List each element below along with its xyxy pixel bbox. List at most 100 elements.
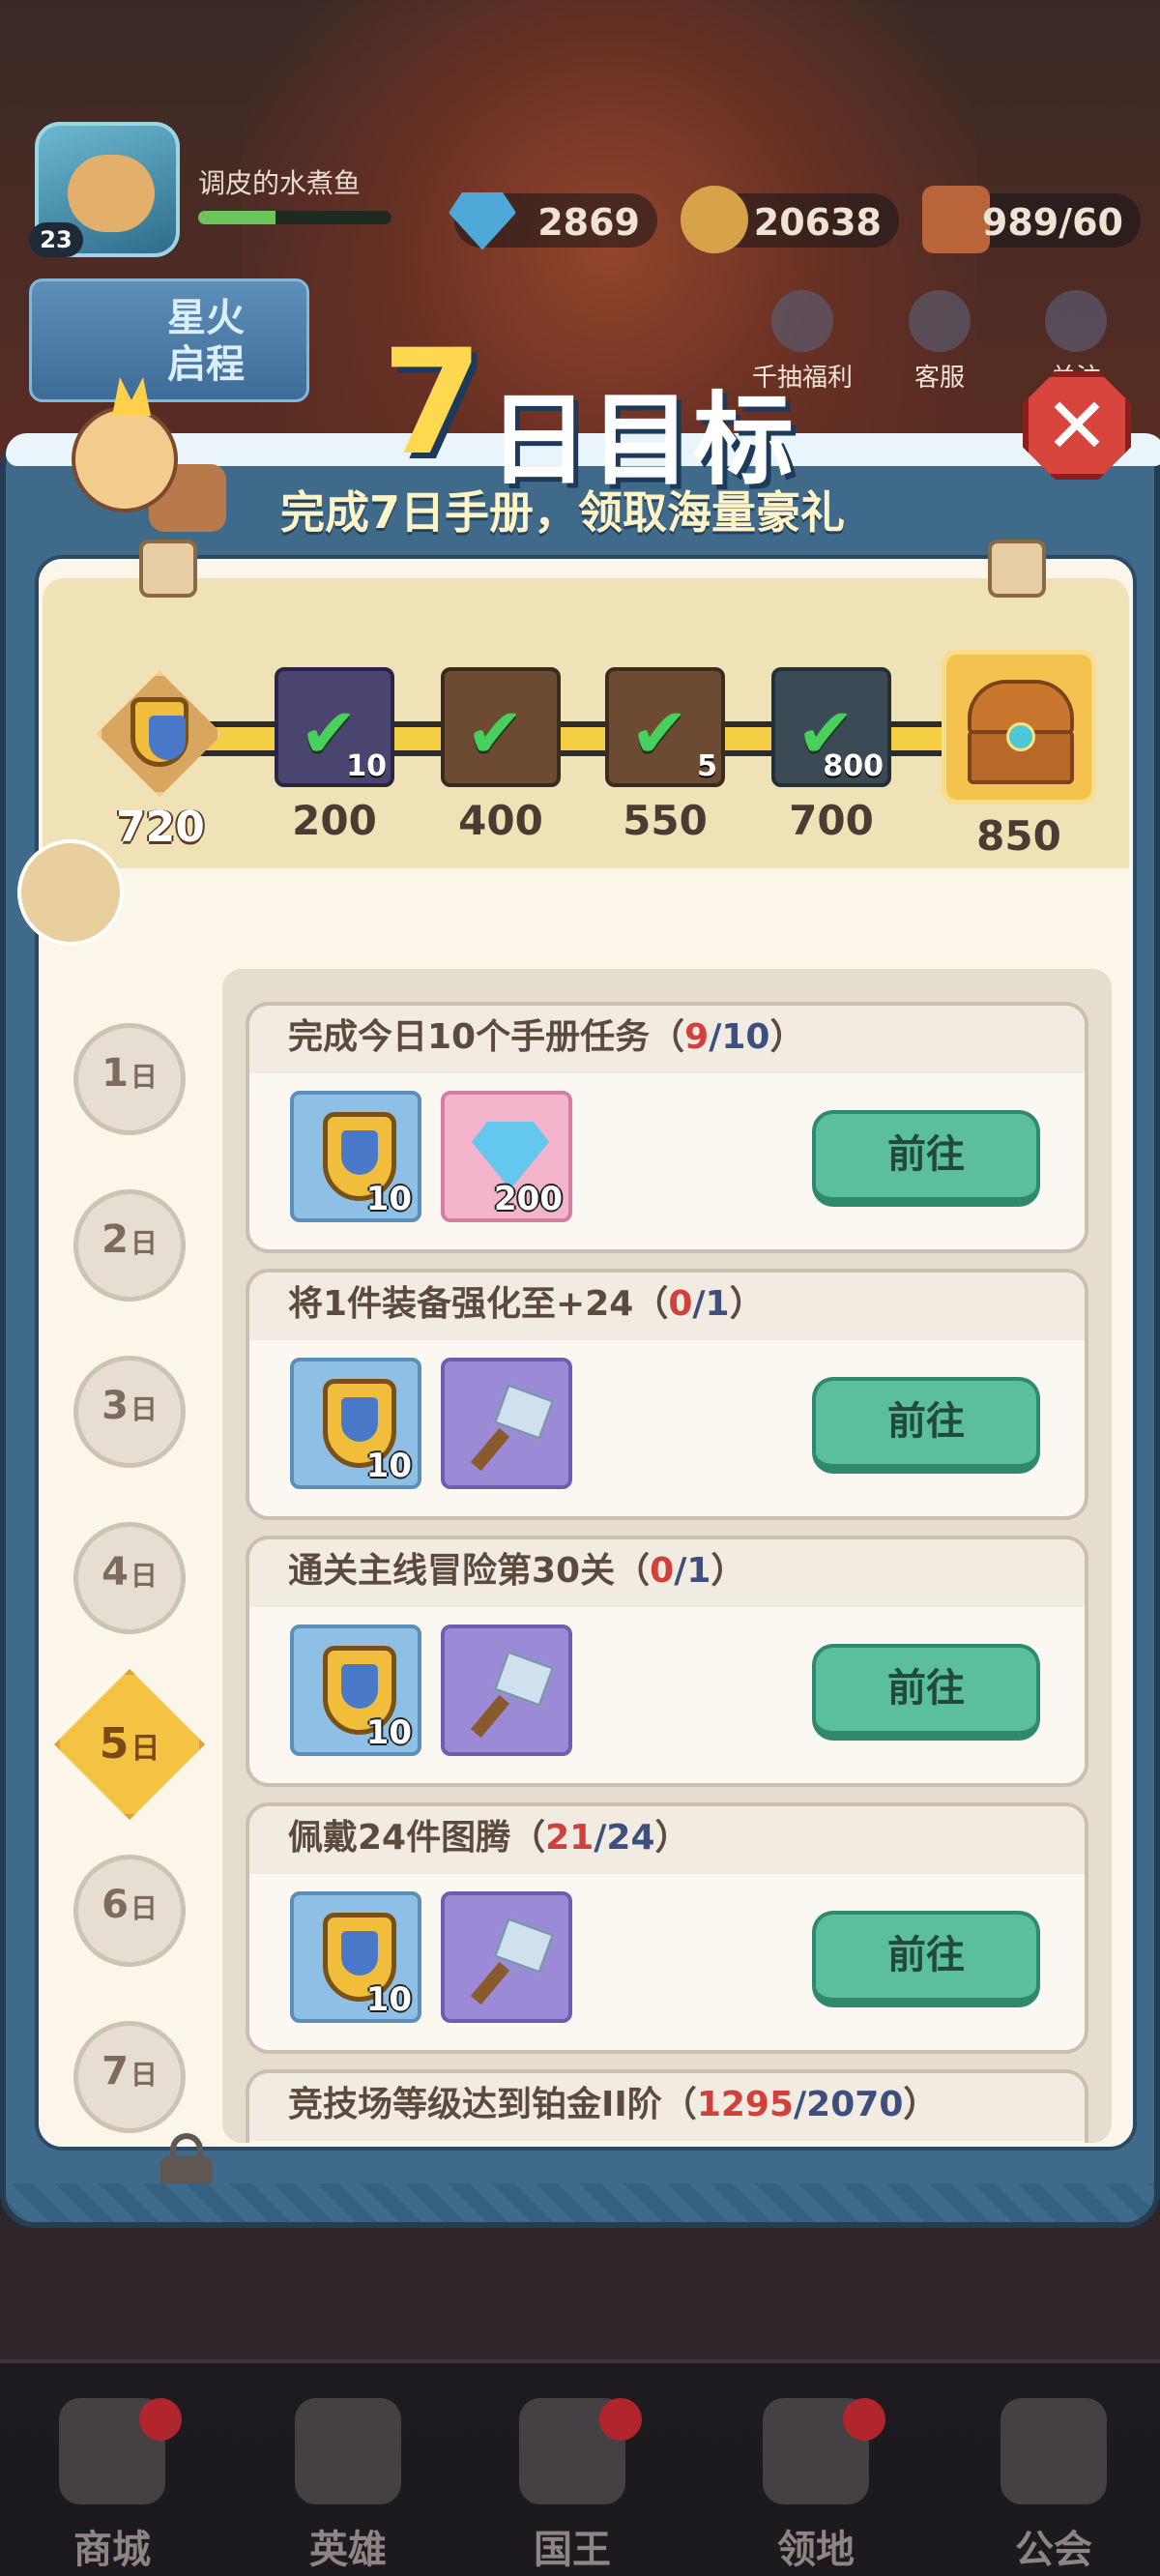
manual-book-icon: ✔ 10 — [275, 667, 394, 787]
task-card: 完成今日10个手册任务（9/10） 10 200 前往 — [246, 1002, 1088, 1253]
lock-icon — [160, 2133, 213, 2189]
go-button[interactable]: 前往 — [812, 1110, 1040, 1207]
headset-icon — [909, 290, 971, 352]
task-title-text: 将1件装备强化至+24 — [288, 1284, 634, 1324]
pin-decoration — [988, 540, 1046, 598]
milestone-label: 550 — [623, 797, 708, 844]
mascot-head — [72, 406, 178, 512]
task-title-text: 完成今日10个手册任务 — [288, 1017, 651, 1057]
task-progress-done: 21 — [545, 1818, 594, 1858]
task-title: 佩戴24件图腾（21/24） — [249, 1806, 1085, 1874]
day-suffix: 日 — [130, 1227, 158, 1259]
title-text: 日目标 — [488, 381, 797, 499]
reward-shield[interactable]: 10 — [290, 1891, 421, 2023]
milestone-qty: 10 — [346, 749, 387, 783]
diamond-counter[interactable]: 2869 — [449, 192, 657, 250]
stamina-value: 989/60 — [981, 201, 1123, 244]
milestone-label: 200 — [292, 797, 377, 844]
day-tab-5[interactable]: 5日 — [54, 1669, 205, 1820]
task-progress-done: 0 — [668, 1284, 693, 1324]
helmet-icon — [295, 2398, 401, 2504]
task-title: 将1件装备强化至+24（0/1） — [249, 1273, 1085, 1340]
reward-qty: 10 — [365, 1180, 412, 1218]
task-card: 将1件装备强化至+24（0/1） 10 前往 — [246, 1269, 1088, 1520]
day-suffix: 日 — [130, 1560, 158, 1592]
milestone-reward[interactable]: ✔ 800 700 — [771, 667, 891, 844]
check-icon: ✔ — [466, 692, 525, 774]
nav-territory[interactable]: 领地 — [739, 2398, 893, 2574]
crown-icon — [112, 377, 151, 416]
day-tab-2[interactable]: 2日 — [73, 1189, 186, 1302]
popup-content: 720 ✔ 10 200 ✔ 400 ✔ 5 550 ✔ 800 700 850… — [17, 540, 1137, 2189]
task-list[interactable]: 完成今日10个手册任务（9/10） 10 200 前往 将1件装备强化至+24（… — [222, 969, 1112, 2143]
task-progress-total: 1 — [705, 1284, 730, 1324]
task-title-text: 佩戴24件图腾 — [288, 1818, 511, 1858]
star-icon — [1045, 290, 1107, 352]
stamina-counter[interactable]: 989/60 — [922, 186, 1141, 253]
nav-king[interactable]: 国王 — [495, 2398, 650, 2574]
day-mascot-avatar — [17, 839, 124, 946]
reward-shield[interactable]: 10 — [290, 1625, 421, 1756]
day-tab-label: 6 — [102, 1883, 129, 1927]
milestone-qty: 5 — [697, 749, 717, 783]
day-suffix: 日 — [130, 1061, 158, 1093]
task-progress-total: 10 — [721, 1017, 770, 1057]
hammer-icon — [470, 1383, 555, 1472]
planet-icon — [1000, 2398, 1107, 2504]
service-button[interactable]: 客服 — [886, 290, 993, 394]
avatar-face — [68, 155, 155, 232]
day-tab-label: 5 — [99, 1719, 130, 1769]
reward-qty: 200 — [494, 1180, 563, 1218]
king-mascot — [43, 367, 236, 551]
check-icon: ✔ — [630, 692, 689, 774]
player-level-badge: 23 — [29, 222, 83, 257]
notification-dot — [843, 2398, 885, 2441]
day-tab-4[interactable]: 4日 — [73, 1522, 186, 1634]
treasure-chest-icon[interactable] — [942, 650, 1096, 805]
gift-icon — [771, 290, 833, 352]
day-tab-3[interactable]: 3日 — [73, 1356, 186, 1468]
hammer-icon — [470, 1650, 555, 1739]
diamond-value: 2869 — [537, 201, 640, 244]
chest-gem — [1006, 722, 1035, 751]
milestone-label: 400 — [458, 797, 543, 844]
service-label: 客服 — [914, 364, 965, 393]
reward-hammer[interactable] — [441, 1891, 572, 2023]
nav-heroes[interactable]: 英雄 — [271, 2398, 425, 2574]
go-button[interactable]: 前往 — [812, 1377, 1040, 1474]
reward-hammer[interactable] — [441, 1625, 572, 1756]
milestone-reward[interactable]: ✔ 5 550 — [605, 667, 725, 844]
coin-counter[interactable]: 20638 — [681, 186, 899, 253]
day-tab-7[interactable]: 7日 — [73, 2021, 186, 2133]
day-tab-label: 3 — [102, 1384, 129, 1428]
nav-guild[interactable]: 公会 — [976, 2398, 1131, 2574]
bottom-nav: 商城 英雄 国王 领地 公会 — [0, 2359, 1160, 2576]
nav-territory-label: 领地 — [777, 2528, 855, 2572]
go-button[interactable]: 前往 — [812, 1644, 1040, 1741]
task-title: 通关主线冒险第30关（0/1） — [249, 1539, 1085, 1607]
day-suffix: 日 — [130, 1732, 160, 1766]
close-button[interactable]: ✕ — [1023, 371, 1131, 480]
reward-shield[interactable]: 10 — [290, 1358, 421, 1489]
nav-shop[interactable]: 商城 — [35, 2398, 189, 2574]
nav-heroes-label: 英雄 — [309, 2528, 387, 2572]
reward-diamond[interactable]: 200 — [441, 1091, 572, 1222]
score-shield-badge — [97, 671, 222, 797]
milestone-label: 700 — [789, 797, 874, 844]
meat-icon — [922, 186, 990, 253]
day-tab-label: 1 — [102, 1051, 129, 1096]
day-tab-1[interactable]: 1日 — [73, 1023, 186, 1135]
task-progress-total: 1 — [686, 1551, 711, 1591]
score-progress-strip: 720 ✔ 10 200 ✔ 400 ✔ 5 550 ✔ 800 700 850 — [43, 540, 1129, 868]
player-profile[interactable]: 23 调皮的水煮鱼 — [29, 116, 396, 261]
panel-bottom-pattern — [6, 2183, 1154, 2222]
day-tab-6[interactable]: 6日 — [73, 1855, 186, 1967]
milestone-reward[interactable]: ✔ 10 200 — [275, 667, 394, 844]
reward-hammer[interactable] — [441, 1358, 572, 1489]
go-button[interactable]: 前往 — [812, 1911, 1040, 2007]
milestone-reward[interactable]: ✔ 400 — [441, 667, 561, 844]
reward-shield[interactable]: 10 — [290, 1091, 421, 1222]
nav-king-label: 国王 — [534, 2528, 611, 2572]
current-score: 720 — [116, 803, 205, 852]
day-tab-label: 7 — [102, 2049, 129, 2093]
